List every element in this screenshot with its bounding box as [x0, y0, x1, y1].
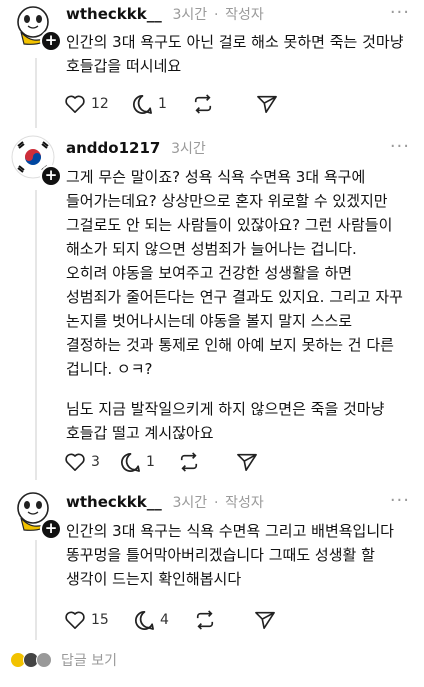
separator-dot: ·	[213, 7, 219, 23]
reply-button[interactable]: 1	[132, 92, 167, 116]
text-line: 해소가 되지 않으면 성범죄가 늘어나는 겁니다.	[66, 240, 357, 258]
separator-dot: ·	[213, 495, 219, 511]
more-dots-icon[interactable]: ···	[390, 490, 410, 511]
author-tag: 작성자	[225, 7, 264, 23]
text-line: 생각이 드는지 확인해봅시다	[66, 570, 242, 588]
author-tag: 작성자	[225, 495, 264, 511]
repost-button[interactable]	[194, 608, 216, 632]
follow-plus-icon[interactable]: +	[40, 30, 62, 52]
text-line: 똥꾸멍을 틀어막아버리겠습니다 그때도 성생활 할	[66, 546, 375, 564]
text-line	[66, 381, 416, 397]
username[interactable]: wtheckkk__	[66, 5, 162, 23]
repost-arrows-icon	[196, 610, 214, 630]
text-line: 성범죄가 줄어든다는 연구 결과도 있지요. 그리고 자꾸	[66, 288, 403, 306]
text-line: 논지를 벗어나시는데 야동을 볼지 말지 스스로	[66, 312, 353, 330]
post-text: 그게 무슨 말이죠? 성욕 식욕 수면욕 3대 욕구에 들어가는데요? 상상만으…	[66, 165, 416, 445]
heart-icon	[65, 453, 85, 471]
reply-count: 4	[160, 612, 169, 628]
follow-plus-icon[interactable]: +	[40, 165, 62, 187]
username[interactable]: anddo1217	[66, 139, 160, 157]
comment-bubble-icon	[121, 452, 140, 472]
timestamp: 3시간	[171, 141, 206, 157]
more-dots-icon[interactable]: ···	[390, 136, 410, 157]
view-replies-row[interactable]: 답글 보기	[10, 648, 117, 672]
comment-bubble-icon	[133, 94, 152, 114]
heart-icon	[65, 95, 85, 113]
text-line: 호들갑 떨고 계시잖아요	[66, 424, 214, 442]
paper-plane-icon	[255, 611, 275, 629]
share-button[interactable]	[254, 608, 276, 632]
thread-line	[35, 540, 37, 640]
repost-button[interactable]	[178, 450, 200, 474]
more-dots-icon[interactable]: ···	[390, 2, 410, 23]
post-meta: anddo1217 3시간	[66, 138, 206, 158]
paper-plane-icon	[237, 453, 257, 471]
repost-arrows-icon	[194, 94, 212, 114]
text-line: 들어가는데요? 상상만으로 혼자 위로할 수 있겠지만	[66, 192, 388, 210]
text-line: 그걸로도 안 되는 사람들이 있잖아요? 그런 사람들이	[66, 216, 393, 234]
text-line: 인간의 3대 욕구는 식욕 수면욕 그리고 배변욕입니다	[66, 522, 394, 540]
timestamp: 3시간	[172, 495, 208, 511]
reply-button[interactable]: 1	[120, 450, 155, 474]
share-button[interactable]	[256, 92, 278, 116]
paper-plane-icon	[257, 95, 277, 113]
like-button[interactable]: 3	[64, 450, 100, 474]
text-line: 결정하는 것과 통제로 인해 아예 보지 못하는 건 다른	[66, 336, 394, 354]
like-button[interactable]: 15	[64, 608, 109, 632]
view-replies-link[interactable]: 답글 보기	[61, 650, 117, 670]
repost-arrows-icon	[180, 452, 198, 472]
reply-count: 1	[158, 96, 167, 112]
text-line: 겁니다. ㅇㅋ?	[66, 360, 153, 378]
repost-button[interactable]	[192, 92, 214, 116]
like-count: 15	[91, 612, 109, 628]
thread-line	[35, 58, 37, 128]
like-button[interactable]: 12	[64, 92, 109, 116]
text-line: 인간의 3대 욕구도 아닌 걸로 해소 못하면 죽는 것마냥	[66, 33, 404, 51]
share-button[interactable]	[236, 450, 258, 474]
reply-button[interactable]: 4	[134, 608, 169, 632]
post-meta: wtheckkk__ 3시간 · 작성자	[66, 4, 264, 24]
like-count: 3	[91, 454, 100, 470]
mini-avatar-icon	[36, 652, 52, 668]
text-line: 님도 지금 발작일으키게 하지 않으면은 죽을 것마냥	[66, 400, 385, 418]
post-text: 인간의 3대 욕구도 아닌 걸로 해소 못하면 죽는 것마냥 호들갑을 떠시네요	[66, 30, 416, 78]
heart-icon	[65, 611, 85, 629]
post-text: 인간의 3대 욕구는 식욕 수면욕 그리고 배변욕입니다 똥꾸멍을 틀어막아버리…	[66, 519, 416, 591]
follow-plus-icon[interactable]: +	[40, 518, 62, 540]
reply-count: 1	[146, 454, 155, 470]
timestamp: 3시간	[172, 7, 208, 23]
username[interactable]: wtheckkk__	[66, 493, 162, 511]
comment-bubble-icon	[135, 610, 154, 630]
text-line: 그게 무슨 말이죠? 성욕 식욕 수면욕 3대 욕구에	[66, 168, 366, 186]
like-count: 12	[91, 96, 109, 112]
thread-line	[35, 190, 37, 480]
text-line: 오히려 야동을 보여주고 건강한 성생활을 하면	[66, 264, 353, 282]
post-meta: wtheckkk__ 3시간 · 작성자	[66, 492, 264, 512]
text-line: 호들갑을 떠시네요	[66, 57, 182, 75]
